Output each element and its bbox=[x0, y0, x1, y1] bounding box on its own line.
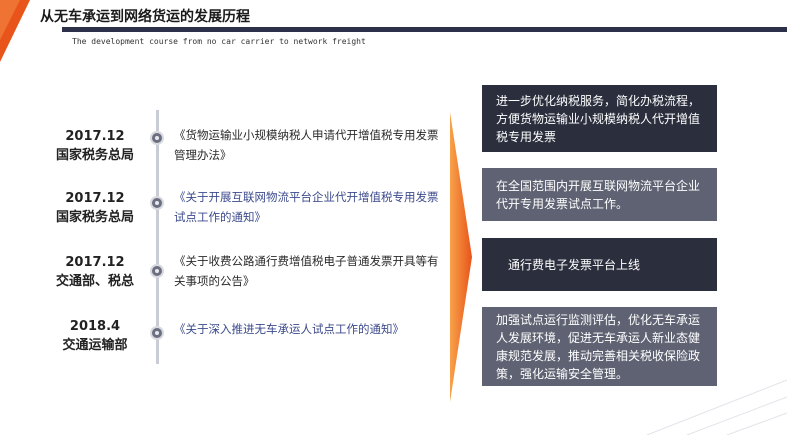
page-title: 从无车承运到网络货运的发展历程 bbox=[40, 9, 250, 25]
title-underline bbox=[62, 27, 787, 32]
timeline-date-1: 2017.12 国家税务总局 bbox=[40, 127, 150, 165]
result-text: 进一步优化纳税服务，简化办税流程，方便货物运输业小规模纳税人代开增值税专用发票 bbox=[496, 93, 701, 144]
result-text: 通行费电子发票平台上线 bbox=[508, 257, 641, 272]
timeline-dot-icon bbox=[150, 131, 164, 145]
timeline-date-3: 2017.12 交通部、税总 bbox=[40, 253, 150, 291]
decorative-lines bbox=[646, 379, 787, 435]
date-label: 2017.12 bbox=[65, 129, 125, 144]
date-label: 2017.12 bbox=[65, 191, 125, 206]
org-label: 国家税务总局 bbox=[55, 210, 134, 225]
date-label: 2018.4 bbox=[69, 319, 121, 334]
timeline-dot-icon bbox=[150, 196, 164, 210]
result-box-3: 通行费电子发票平台上线 bbox=[482, 238, 717, 291]
result-text: 在全国范围内开展互联网物流平台企业代开专用发票试点工作。 bbox=[496, 178, 701, 211]
result-text: 加强试点运行监测评估，优化无车承运人发展环境，促进无车承运人新业态健康规范发展，… bbox=[496, 312, 701, 381]
org-label: 交通运输部 bbox=[62, 338, 128, 353]
result-box-2: 在全国范围内开展互联网物流平台企业代开专用发票试点工作。 bbox=[482, 168, 717, 221]
policy-document-1: 《货物运输业小规模纳税人申请代开增值税专用发票管理办法》 bbox=[174, 128, 439, 162]
policy-document-4: 《关于深入推进无车承运人试点工作的通知》 bbox=[174, 322, 404, 336]
org-label: 国家税务总局 bbox=[55, 148, 134, 163]
corner-decoration-inner bbox=[0, 0, 20, 40]
timeline-date-4: 2018.4 交通运输部 bbox=[40, 317, 150, 355]
policy-document-3: 《关于收费公路通行费增值税电子普通发票开具等有关事项的公告》 bbox=[174, 254, 439, 288]
page-subtitle: The development course from no car carri… bbox=[72, 37, 366, 46]
policy-document-2: 《关于开展互联网物流平台企业代开增值税专用发票试点工作的通知》 bbox=[174, 190, 439, 224]
timeline-dot-icon bbox=[150, 326, 164, 340]
timeline-dot-icon bbox=[150, 264, 164, 278]
timeline-date-2: 2017.12 国家税务总局 bbox=[40, 189, 150, 227]
org-label: 交通部、税总 bbox=[55, 274, 134, 289]
progress-arrow-icon bbox=[450, 112, 472, 402]
date-label: 2017.12 bbox=[65, 255, 125, 270]
result-box-1: 进一步优化纳税服务，简化办税流程，方便货物运输业小规模纳税人代开增值税专用发票 bbox=[482, 85, 717, 152]
